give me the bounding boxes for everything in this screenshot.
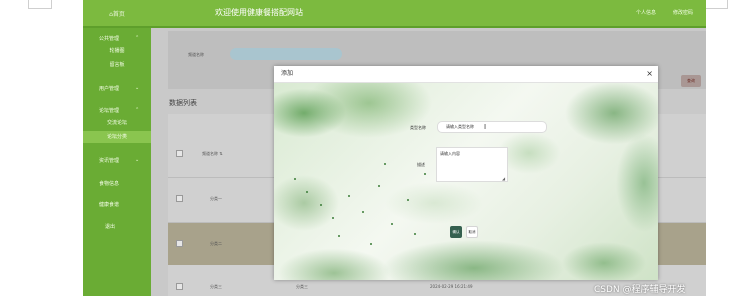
home-link[interactable]: ⌂首页 [83, 0, 151, 26]
texture-dot [332, 217, 334, 219]
search-label: 频道名称 [188, 52, 204, 57]
texture-dot [384, 163, 386, 165]
sidebar-item-carousel[interactable]: 轮播图 [83, 47, 151, 54]
sidebar-item-label: 交流论坛 [106, 120, 127, 126]
top-bar: ⌂首页 欢迎使用健康餐搭配网站 个人信息 修改密码 [83, 0, 706, 28]
row-name: 分类二 [210, 241, 222, 246]
sidebar-item-forum-list[interactable]: 交流论坛 [83, 119, 151, 126]
list-title: 数据列表 [169, 99, 197, 107]
sidebar-item-guestbook[interactable]: 留言板 [83, 61, 151, 68]
texture-dot [407, 199, 409, 201]
sidebar-item-label: 公共管理 [99, 36, 120, 42]
sidebar-item-forum[interactable]: 论坛管理 ⌃ [83, 107, 151, 114]
close-icon[interactable]: × [646, 66, 653, 82]
texture-dot [370, 243, 372, 245]
change-password-link[interactable]: 修改密码 [673, 0, 693, 26]
sidebar-item-news[interactable]: 资讯管理 ⌄ [83, 157, 151, 164]
row-description: 分类三 [296, 284, 308, 289]
texture-dot [306, 191, 308, 193]
row-name: 分类一 [210, 196, 222, 201]
dialog-header: 添加 × [274, 66, 658, 83]
sidebar-item-label: 论坛管理 [99, 108, 120, 114]
sidebar: 公共管理 ⌃ 轮播图 留言板 用户管理 ⌄ 论坛管理 ⌃ 交流论坛 论坛分类 资… [83, 28, 151, 296]
sidebar-item-food[interactable]: 食物信息 [83, 180, 151, 187]
chevron-up-icon: ⌃ [135, 107, 140, 113]
search-input[interactable] [230, 48, 342, 60]
description-label: 描述 [417, 162, 425, 167]
select-all-checkbox[interactable] [176, 150, 183, 157]
cancel-button[interactable]: 取消 [466, 226, 478, 238]
texture-dot [424, 173, 426, 175]
chevron-up-icon: ⌃ [135, 35, 140, 41]
row-created-time: 2024-02-29 16:21:49 [430, 284, 473, 289]
sidebar-item-forum-category[interactable]: 论坛分类 [83, 131, 151, 143]
texture-dot [320, 204, 322, 206]
window-corner-box-right [704, 0, 728, 9]
type-name-value: 请输入类型名称 [446, 124, 474, 129]
sidebar-item-label: 轮播图 [109, 48, 125, 54]
texture-dot [294, 178, 296, 180]
resize-handle-icon[interactable]: ◢ [502, 176, 505, 181]
texture-dot [391, 223, 393, 225]
texture-dot [338, 235, 340, 237]
add-dialog: 添加 × 类型名称 请输入类型名称 I 描述 请输入内容 ◢ 确认 取消 [274, 66, 658, 280]
sidebar-item-label: 留言板 [109, 62, 125, 68]
sidebar-item-label: 食物信息 [99, 181, 120, 187]
profile-link[interactable]: 个人信息 [636, 0, 656, 26]
type-name-label: 类型名称 [410, 125, 426, 130]
chevron-down-icon: ⌄ [135, 157, 140, 163]
description-placeholder: 请输入内容 [440, 151, 460, 156]
text-cursor-icon: I [484, 123, 487, 131]
sidebar-item-label: 退出 [105, 224, 116, 230]
sidebar-item-logout[interactable]: 退出 [83, 223, 151, 230]
search-button[interactable]: 查询 [681, 75, 701, 87]
dialog-title: 添加 [281, 70, 294, 77]
texture-dot [414, 233, 416, 235]
sidebar-item-label: 论坛分类 [106, 134, 127, 140]
window-corner-box-left [28, 0, 52, 9]
type-name-input[interactable]: 请输入类型名称 [437, 121, 547, 133]
row-checkbox[interactable] [176, 240, 183, 247]
sidebar-item-label: 用户管理 [99, 86, 120, 92]
sidebar-item-public[interactable]: 公共管理 ⌃ [83, 35, 151, 42]
texture-dot [378, 185, 380, 187]
row-checkbox[interactable] [176, 195, 183, 202]
sidebar-item-label: 健康食谱 [99, 202, 120, 208]
description-textarea[interactable]: 请输入内容 [436, 147, 508, 182]
texture-dot [348, 195, 350, 197]
column-header-name[interactable]: 频道名称 ⇅ [202, 151, 223, 157]
sidebar-item-recipes[interactable]: 健康食谱 [83, 201, 151, 208]
confirm-button[interactable]: 确认 [450, 226, 462, 238]
dialog-body: 类型名称 请输入类型名称 I 描述 请输入内容 ◢ 确认 取消 [274, 83, 658, 280]
texture-dot [362, 211, 364, 213]
row-name: 分类三 [210, 284, 222, 289]
watermark: CSDN @程序辅导开发 [594, 285, 686, 295]
row-checkbox[interactable] [176, 283, 183, 290]
sidebar-item-label: 资讯管理 [99, 158, 120, 164]
chevron-down-icon: ⌄ [135, 85, 140, 91]
site-title: 欢迎使用健康餐搭配网站 [215, 8, 303, 17]
sidebar-item-users[interactable]: 用户管理 ⌄ [83, 85, 151, 92]
